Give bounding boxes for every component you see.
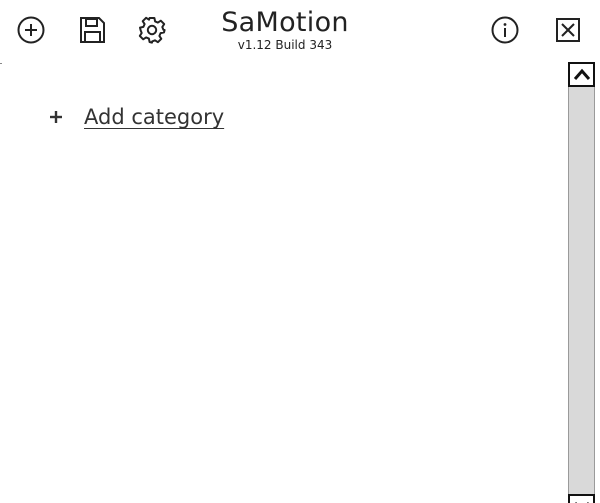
chevron-up-icon (573, 68, 590, 80)
add-category-link[interactable]: Add category (48, 104, 224, 130)
category-list-pane: Add category (0, 60, 566, 503)
info-circle-icon (491, 16, 519, 44)
add-button[interactable] (14, 13, 48, 47)
info-button[interactable] (488, 13, 522, 47)
app-title: SaMotion (221, 7, 349, 38)
gear-icon (138, 16, 166, 44)
chevron-down-icon (573, 501, 590, 503)
toolbar: SaMotion v1.12 Build 343 (0, 0, 600, 60)
scroll-up-button[interactable] (568, 62, 595, 87)
floppy-disk-icon (80, 17, 105, 43)
title-block: SaMotion v1.12 Build 343 (200, 8, 370, 52)
app-window: SaMotion v1.12 Build 343 Add category (0, 0, 600, 503)
plus-icon (48, 109, 64, 125)
settings-button[interactable] (135, 13, 169, 47)
save-button[interactable] (75, 13, 109, 47)
close-box-icon (556, 18, 580, 42)
close-button[interactable] (551, 13, 585, 47)
vertical-scrollbar[interactable] (566, 62, 598, 503)
add-category-label: Add category (84, 105, 225, 129)
scroll-down-button[interactable] (568, 494, 595, 503)
app-version: v1.12 Build 343 (237, 38, 333, 52)
plus-circle-icon (17, 16, 45, 44)
scrollbar-track[interactable] (568, 86, 595, 503)
